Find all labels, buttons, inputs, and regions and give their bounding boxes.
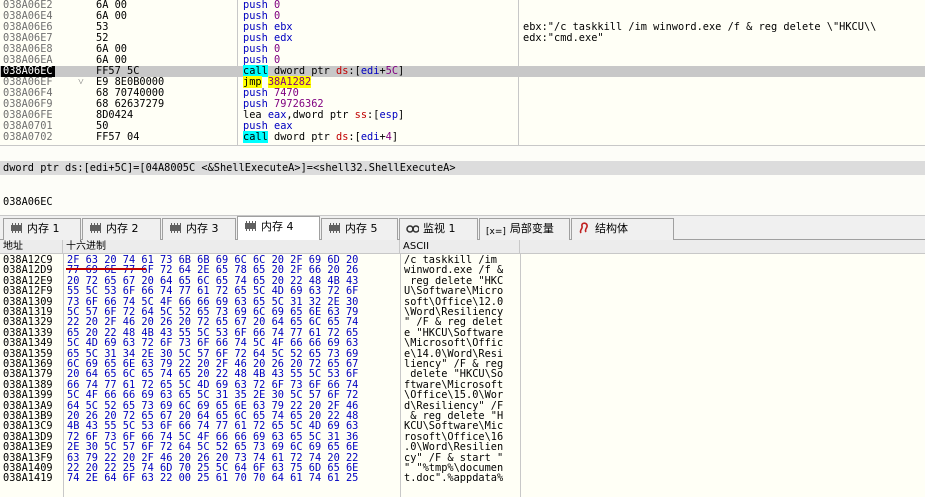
memory-icon <box>244 219 257 231</box>
tab-6[interactable]: 监视 1 <box>399 218 478 240</box>
operand: ] <box>398 65 405 77</box>
disasm-row[interactable]: 038A06E2 6A 00 push 0 <box>0 0 925 11</box>
tab-5[interactable]: 内存 5 <box>321 218 398 240</box>
tab-1[interactable]: 内存 1 <box>3 218 81 240</box>
tab-label: 内存 4 <box>261 220 294 233</box>
operand: edi <box>360 65 380 77</box>
tab-label: 内存 5 <box>345 222 378 235</box>
info-line: dword ptr ds:[edi+5C]=[04A8005C <&ShellE… <box>0 161 925 175</box>
operand: ds <box>336 131 349 143</box>
instruction-text: call dword ptr ds:[edi+4] <box>243 131 399 143</box>
operand: ss <box>354 109 368 121</box>
tab-4[interactable]: 内存 4 <box>237 216 320 241</box>
operand: :[ <box>367 109 380 121</box>
jump-arrow-icon: ˅ <box>78 76 84 88</box>
header-address[interactable]: 地址 <box>0 240 63 254</box>
dump-ascii[interactable]: t.doc".%appdata% <box>404 473 503 484</box>
info-address: 038A06EC <box>3 196 53 208</box>
disassembly-pane[interactable]: 038A06E2 6A 00 push 0 038A06E4 6A 00 push 0 03… <box>0 0 925 145</box>
tab-label: 内存 2 <box>106 222 139 235</box>
memory-icon <box>89 221 102 233</box>
operand: edi <box>360 131 380 143</box>
pane-divider <box>0 145 925 146</box>
memory-icon <box>169 221 182 233</box>
operand: dword ptr <box>274 131 337 143</box>
tab-3[interactable]: 内存 3 <box>162 218 236 240</box>
instruction-bytes: FF57 04 <box>96 131 140 143</box>
tab-label: 结构体 <box>595 222 628 235</box>
header-ascii[interactable]: ASCII <box>400 240 520 254</box>
operand: ] <box>398 109 405 121</box>
tab-label: 监视 1 <box>423 222 456 235</box>
watch-icon <box>406 221 420 233</box>
locals-icon: [x=] <box>486 227 506 237</box>
tab-7[interactable]: [x=] 局部变量 <box>479 218 570 240</box>
operand: :[ <box>348 65 361 77</box>
memory-icon <box>10 221 23 233</box>
tab-label: 内存 1 <box>27 222 60 235</box>
disasm-row[interactable]: 038A06F9 68 62637279 push 79726362 <box>0 99 925 110</box>
struct-icon <box>578 221 591 234</box>
operand: ds <box>336 65 349 77</box>
dump-tab-bar: 内存 1 内存 2 内存 3 内存 4 内存 5 监视 1 [x=] 局部变量 结构体 <box>0 215 925 241</box>
operand: ] <box>391 131 399 143</box>
operand: esp <box>379 109 399 121</box>
memory-dump-pane[interactable]: 地址 十六进制 ASCII 038A12C9 2F 63 20 74 61 73 … <box>0 240 925 497</box>
instruction-address: 038A0702 <box>3 131 53 143</box>
disasm-row[interactable]: 038A06FE 8D0424 lea eax,dword ptr ss:[esp] <box>0 110 925 121</box>
memory-icon <box>328 221 341 233</box>
dump-address: 038A1419 <box>3 472 53 485</box>
disasm-row[interactable]: 038A06E6 53 push ebx ebx:"/c taskkill /im w… <box>0 22 925 33</box>
dump-header: 地址 十六进制 ASCII <box>0 240 925 254</box>
header-hex[interactable]: 十六进制 <box>63 240 400 254</box>
column-separator <box>520 254 521 497</box>
operand: :[ <box>348 131 361 143</box>
tab-2[interactable]: 内存 2 <box>82 218 161 240</box>
disasm-row[interactable]: 038A0702 FF57 04 call dword ptr ds:[edi+4] <box>0 131 925 143</box>
operand: dword ptr <box>292 109 355 121</box>
tab-label: 内存 3 <box>186 222 219 235</box>
disasm-row[interactable]: 038A06E7 52 push edx edx:"cmd.exe" <box>0 33 925 44</box>
disasm-row[interactable]: 038A06E8 6A 00 push 0 <box>0 44 925 55</box>
instruction-comment: edx:"cmd.exe" <box>523 32 604 44</box>
annotation-underline <box>66 268 146 270</box>
tab-8[interactable]: 结构体 <box>571 218 674 240</box>
operand: 5C <box>385 65 399 77</box>
dump-row[interactable]: 038A1419 74 2E 64 6F 63 22 00 25 61 70 70… <box>0 472 520 485</box>
tab-label: 局部变量 <box>509 222 554 235</box>
dump-hex[interactable]: 74 2E 64 6F 63 22 00 25 61 70 70 64 61 7… <box>67 473 358 484</box>
mnemonic: call <box>243 131 268 143</box>
